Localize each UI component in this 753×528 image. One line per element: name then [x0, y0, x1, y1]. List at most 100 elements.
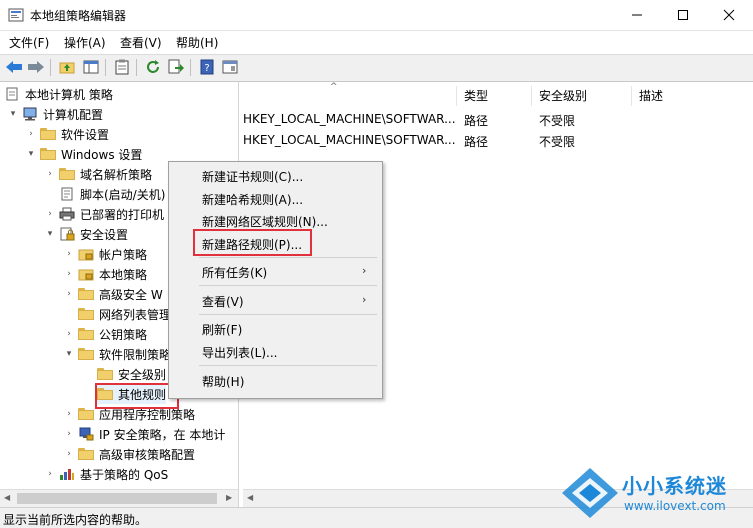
collapsed-chevron-icon[interactable]: › [63, 328, 75, 340]
ip-security-icon [78, 427, 94, 441]
menu-item-new-hash-rule[interactable]: 新建哈希规则(A)... [202, 191, 303, 208]
submenu-arrow-icon: › [362, 264, 367, 277]
properties-button[interactable] [112, 58, 132, 76]
scroll-right-arrow-icon[interactable]: ▶ [226, 493, 232, 502]
collapsed-chevron-icon[interactable]: › [25, 128, 37, 140]
app-icon [8, 7, 24, 23]
menu-item-new-zone-rule[interactable]: 新建网络区域规则(N)... [202, 213, 328, 230]
tree-item-ipsec[interactable]: › IP 安全策略，在 本地计 [63, 424, 225, 444]
tree-label: Windows 设置 [61, 147, 143, 162]
tree-label: 公钥策略 [99, 327, 148, 342]
menu-view[interactable]: 查看(V) [120, 34, 162, 51]
tree-item-windows-settings[interactable]: ▾ Windows 设置 [25, 144, 143, 164]
folder-up-icon [59, 62, 75, 74]
menu-item-new-cert-rule[interactable]: 新建证书规则(C)... [202, 168, 303, 185]
table-row[interactable]: HKEY_LOCAL_MACHINE\SOFTWAR... 路径 不受限 [243, 131, 753, 151]
menu-file[interactable]: 文件(F) [9, 34, 49, 51]
tree-item-computer-config[interactable]: ▾ 计算机配置 [7, 104, 103, 124]
tree-label: 已部署的打印机 [80, 207, 165, 222]
title-bar[interactable]: 本地组策略编辑器 [0, 0, 753, 31]
expanded-chevron-icon[interactable]: ▾ [7, 108, 19, 120]
tree-item-advanced-firewall[interactable]: › 高级安全 W [63, 284, 163, 304]
minimize-icon [632, 14, 642, 16]
collapsed-chevron-icon[interactable]: › [63, 268, 75, 280]
clipboard-icon [115, 59, 129, 75]
view-button[interactable] [220, 58, 240, 76]
collapsed-chevron-icon[interactable]: › [63, 248, 75, 260]
tree-horizontal-scrollbar[interactable]: ◀ ▶ [0, 489, 238, 507]
column-header-security-level[interactable]: 安全级别 [539, 87, 587, 104]
menu-item-help[interactable]: 帮助(H) [202, 373, 244, 390]
collapsed-chevron-icon[interactable]: › [44, 468, 56, 480]
back-button[interactable] [4, 58, 24, 76]
tree-label: 域名解析策略 [80, 167, 153, 182]
scroll-left-arrow-icon[interactable]: ◀ [247, 493, 253, 502]
watermark-logo-icon [562, 468, 618, 518]
window-title: 本地组策略编辑器 [30, 9, 127, 23]
collapsed-chevron-icon[interactable]: › [44, 208, 56, 220]
tree-item-advanced-audit[interactable]: › 高级审核策略配置 [63, 444, 195, 464]
tree-item-software-settings[interactable]: › 软件设置 [25, 124, 109, 144]
folder-icon [78, 288, 94, 300]
collapsed-chevron-icon[interactable]: › [63, 448, 75, 460]
menu-item-export-list[interactable]: 导出列表(L)... [202, 344, 278, 361]
column-header-description[interactable]: 描述 [639, 87, 663, 104]
tree-label: 计算机配置 [43, 107, 104, 122]
menu-separator [199, 285, 377, 286]
expanded-chevron-icon[interactable]: ▾ [25, 148, 37, 160]
policy-document-icon [4, 87, 20, 101]
column-divider[interactable] [531, 86, 532, 106]
forward-button[interactable] [26, 58, 46, 76]
cell-name: HKEY_LOCAL_MACHINE\SOFTWAR... [243, 112, 456, 126]
menu-action[interactable]: 操作(A) [64, 34, 106, 51]
tree-label: IP 安全策略，在 本地计 [99, 427, 226, 442]
expanded-chevron-icon[interactable]: ▾ [63, 348, 75, 360]
tree-item-network-list[interactable]: 网络列表管理 [78, 304, 171, 324]
tree-item-local-policy[interactable]: › 本地策略 [63, 264, 147, 284]
menu-item-all-tasks[interactable]: 所有任务(K) [202, 264, 267, 281]
tree-item-security-settings[interactable]: ▾ 安全设置 [44, 224, 128, 244]
collapsed-chevron-icon[interactable]: › [63, 408, 75, 420]
tree-item-public-key[interactable]: › 公钥策略 [63, 324, 147, 344]
tree-item-security-levels[interactable]: 安全级别 [97, 364, 166, 384]
tree-item-scripts[interactable]: 脚本(启动/关机) [59, 184, 165, 204]
svg-text:?: ? [204, 63, 209, 74]
tree-item-software-restriction[interactable]: ▾ 软件限制策略 [63, 344, 171, 364]
up-folder-button[interactable] [57, 58, 77, 76]
console-tree-icon [83, 60, 99, 74]
list-header: ^ 类型 安全级别 描述 [243, 82, 753, 109]
menu-separator [199, 365, 377, 366]
scroll-left-arrow-icon[interactable]: ◀ [4, 493, 10, 502]
menu-item-view[interactable]: 查看(V) [202, 293, 244, 310]
tree-item-qos[interactable]: › 基于策略的 QoS [44, 464, 168, 484]
table-row[interactable]: HKEY_LOCAL_MACHINE\SOFTWAR... 路径 不受限 [243, 110, 753, 130]
show-hide-tree-button[interactable] [81, 58, 101, 76]
refresh-button[interactable] [143, 58, 163, 76]
column-divider[interactable] [456, 86, 457, 106]
expanded-chevron-icon[interactable]: ▾ [44, 228, 56, 240]
column-divider[interactable] [631, 86, 632, 106]
export-list-button[interactable] [166, 58, 186, 76]
tree-item-dns-policy[interactable]: › 域名解析策略 [44, 164, 152, 184]
collapsed-chevron-icon[interactable]: › [44, 168, 56, 180]
tree-label: 本地策略 [99, 267, 148, 282]
tree-label: 本地计算机 策略 [25, 87, 113, 102]
collapsed-chevron-icon[interactable]: › [63, 288, 75, 300]
column-header-type[interactable]: 类型 [464, 87, 488, 104]
scrollbar-thumb[interactable] [17, 493, 217, 504]
close-icon [723, 9, 735, 21]
tree-item-root[interactable]: 本地计算机 策略 [4, 84, 113, 104]
tree-label: 安全设置 [80, 227, 129, 242]
printer-icon [59, 207, 75, 221]
menu-item-refresh[interactable]: 刷新(F) [202, 321, 242, 338]
minimize-button[interactable] [614, 0, 660, 30]
maximize-button[interactable] [660, 0, 706, 30]
folder-icon [97, 368, 113, 380]
menu-help[interactable]: 帮助(H) [176, 34, 218, 51]
tree-item-printers[interactable]: › 已部署的打印机 [44, 204, 164, 224]
help-button[interactable]: ? [197, 58, 217, 76]
close-button[interactable] [706, 0, 752, 30]
collapsed-chevron-icon[interactable]: › [63, 428, 75, 440]
tree-label: 脚本(启动/关机) [80, 187, 166, 202]
tree-item-account-policy[interactable]: › 帐户策略 [63, 244, 147, 264]
